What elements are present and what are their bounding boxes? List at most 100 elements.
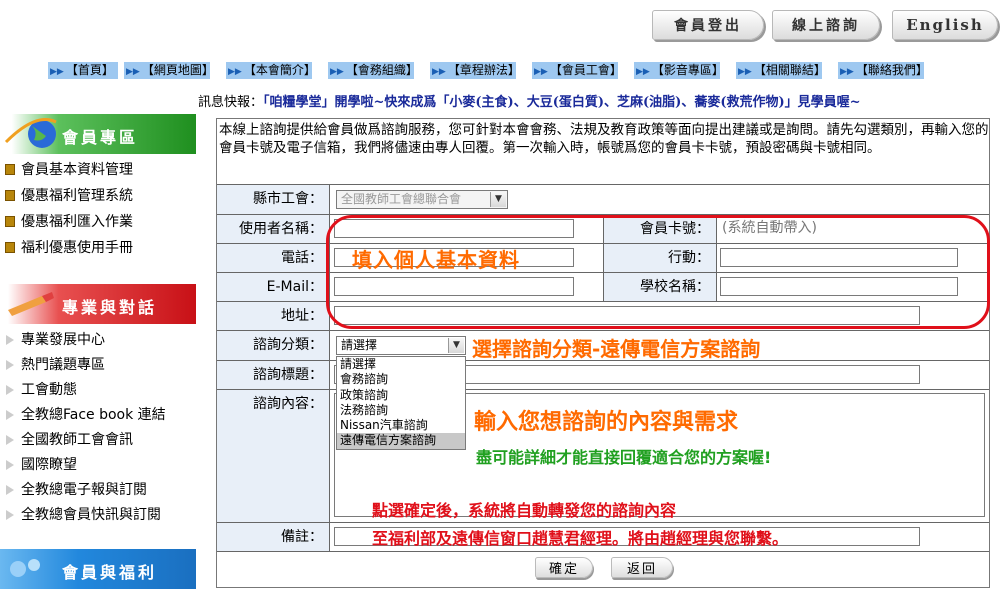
- nav-label: 【影音專區】: [651, 63, 724, 77]
- gift-icon: [5, 190, 15, 201]
- dropdown-option[interactable]: 請選擇: [337, 357, 465, 372]
- news-label: 訊息快報：: [198, 95, 264, 110]
- address-label: 地址：: [217, 302, 329, 330]
- category-select-value: 請選擇: [341, 338, 378, 352]
- nav-item-organization[interactable]: ▶▶ 【會務組織】: [328, 62, 418, 79]
- nav-label: 【會務組織】: [345, 63, 418, 77]
- triangle-bullet-icon: [6, 360, 14, 370]
- nav-label: 【相關聯結】: [753, 63, 826, 77]
- title-label: 諮詢標題：: [217, 361, 329, 389]
- form-intro: 本線上諮詢提供給會員做爲諮詢服務，您可針對本會會務、法規及教育政策等面向提出建議…: [219, 122, 989, 156]
- nav-item-sitemap[interactable]: ▶▶ 【網頁地圖】: [124, 62, 214, 79]
- sidebar-item-benefit-import[interactable]: 優惠福利匯入作業: [0, 210, 196, 234]
- sidebar-item-label: 專業發展中心: [21, 332, 105, 348]
- sidebar-item-label: 全教總會員快訊與訂閱: [21, 507, 161, 523]
- pro-section-header: 專業與對話: [0, 284, 196, 324]
- username-label: 使用者名稱：: [217, 215, 329, 243]
- sidebar-item-pro-3[interactable]: 全教總Face book 連結: [0, 403, 196, 427]
- sidebar-item-pro-2[interactable]: 工會動態: [0, 378, 196, 402]
- triangle-bullet-icon: [6, 460, 14, 470]
- annotation-content-sub: 盡可能詳細才能直接回覆適合您的方案喔!: [476, 448, 772, 467]
- category-select[interactable]: 請選擇 ▼: [336, 336, 466, 355]
- member-section-header: 會員專區: [0, 114, 196, 154]
- note-label: 備註：: [217, 523, 329, 551]
- row-divider: [217, 184, 989, 185]
- gift-icon: [5, 242, 15, 253]
- nav-item-about[interactable]: ▶▶ 【本會簡介】: [226, 62, 316, 79]
- confirm-button[interactable]: 確定: [535, 557, 593, 578]
- annotation-content: 輸入您想諮詢的內容與需求: [474, 410, 739, 435]
- triangle-bullet-icon: [6, 435, 14, 445]
- dropdown-option[interactable]: 法務諮詢: [337, 403, 465, 418]
- sidebar-item-label: 全國教師工會會訊: [21, 432, 133, 448]
- gift-icon: [5, 164, 15, 175]
- email-label: E-Mail：: [217, 273, 329, 301]
- sidebar-item-benefit-manual[interactable]: 福利優惠使用手冊: [0, 236, 196, 260]
- chevron-down-icon: ▼: [448, 338, 464, 353]
- triangle-bullet-icon: [6, 385, 14, 395]
- nav-label: 【章程辦法】: [447, 63, 520, 77]
- nav-item-member-unions[interactable]: ▶▶ 【會員工會】: [532, 62, 622, 79]
- pro-section-title: 專業與對話: [62, 298, 158, 317]
- triangle-bullet-icon: [6, 485, 14, 495]
- nav-item-home[interactable]: ▶▶ 【首頁】: [48, 62, 118, 79]
- flower-icon: [10, 559, 40, 577]
- annotation-after-confirm-2: 至福利部及遠傳信窗口趙慧君經理。將由趙經理與您聯繫。: [372, 529, 789, 548]
- welfare-section-header: 會員與福利: [0, 549, 196, 589]
- row-divider: [217, 551, 989, 552]
- sidebar-item-pro-5[interactable]: 國際瞭望: [0, 453, 196, 477]
- sidebar-item-pro-7[interactable]: 全教總會員快訊與訂閱: [0, 503, 196, 527]
- sidebar-item-member-data[interactable]: 會員基本資料管理: [0, 158, 196, 182]
- annotation-after-confirm-1: 點選確定後，系統將自動轉發您的諮詢內容: [372, 501, 677, 520]
- back-button[interactable]: 返回: [611, 557, 673, 578]
- sidebar-item-label: 優惠福利管理系統: [21, 188, 133, 204]
- sidebar-item-label: 全教總Face book 連結: [21, 407, 166, 423]
- row-divider: [217, 389, 989, 390]
- content-label: 諮詢內容：: [217, 390, 329, 522]
- sidebar-item-label: 福利優惠使用手冊: [21, 240, 133, 256]
- union-label: 縣市工會：: [217, 185, 329, 214]
- nav-label: 【會員工會】: [549, 63, 622, 77]
- sidebar-item-label: 會員基本資料管理: [21, 162, 133, 178]
- member-section-title: 會員專區: [62, 128, 139, 147]
- sidebar-item-label: 優惠福利匯入作業: [21, 214, 133, 230]
- triangle-bullet-icon: [6, 410, 14, 420]
- sidebar-item-pro-6[interactable]: 全教總電子報與訂閱: [0, 478, 196, 502]
- sidebar-item-label: 熱門議題專區: [21, 357, 105, 373]
- sidebar-item-label: 工會動態: [21, 382, 77, 398]
- category-label: 諮詢分類：: [217, 331, 329, 360]
- dropdown-option[interactable]: 會務諮詢: [337, 372, 465, 387]
- sidebar-item-label: 全教總電子報與訂閱: [21, 482, 147, 498]
- logout-button[interactable]: 會員登出: [652, 10, 764, 40]
- online-inquiry-button[interactable]: 線上諮詢: [772, 10, 880, 40]
- news-ticker[interactable]: 訊息快報：「咱糧學堂」開學啦~快來成爲「小麥(主食)、大豆(蛋白質)、芝麻(油脂…: [198, 91, 861, 110]
- union-select-value: 全國教師工會總聯合會: [341, 192, 462, 206]
- english-button[interactable]: English: [892, 10, 998, 40]
- sidebar-item-benefit-system[interactable]: 優惠福利管理系統: [0, 184, 196, 208]
- nav-item-contact[interactable]: ▶▶ 【聯絡我們】: [838, 62, 928, 79]
- triangle-bullet-icon: [6, 510, 14, 520]
- dropdown-option-selected[interactable]: 遠傳電信方案諮詢: [337, 433, 465, 449]
- phone-label: 電話：: [217, 244, 329, 272]
- nav-label: 【本會簡介】: [243, 63, 316, 77]
- nav-item-regulations[interactable]: ▶▶ 【章程辦法】: [430, 62, 520, 79]
- dropdown-option[interactable]: Nissan汽車諮詢: [337, 418, 465, 433]
- nav-label: 【首頁】: [65, 63, 114, 77]
- dropdown-option[interactable]: 政策諮詢: [337, 388, 465, 403]
- row-divider: [217, 522, 989, 523]
- globe-icon: [4, 118, 57, 148]
- nav-item-links[interactable]: ▶▶ 【相關聯結】: [736, 62, 826, 79]
- chevron-down-icon: ▼: [490, 192, 506, 207]
- sidebar-item-pro-0[interactable]: 專業發展中心: [0, 328, 196, 352]
- row-divider: [217, 330, 989, 331]
- gift-icon: [5, 216, 15, 227]
- annotation-personal-info: 填入個人基本資料: [352, 248, 520, 272]
- nav-label: 【網頁地圖】: [141, 63, 214, 77]
- sidebar-item-pro-1[interactable]: 熱門議題專區: [0, 353, 196, 377]
- category-dropdown-list[interactable]: 請選擇 會務諮詢 政策諮詢 法務諮詢 Nissan汽車諮詢 遠傳電信方案諮詢: [336, 356, 466, 450]
- nav-item-media[interactable]: ▶▶ 【影音專區】: [634, 62, 724, 79]
- nav-label: 【聯絡我們】: [855, 63, 928, 77]
- union-select[interactable]: 全國教師工會總聯合會 ▼: [336, 190, 508, 209]
- welfare-section-title: 會員與福利: [62, 563, 158, 582]
- sidebar-item-pro-4[interactable]: 全國教師工會會訊: [0, 428, 196, 452]
